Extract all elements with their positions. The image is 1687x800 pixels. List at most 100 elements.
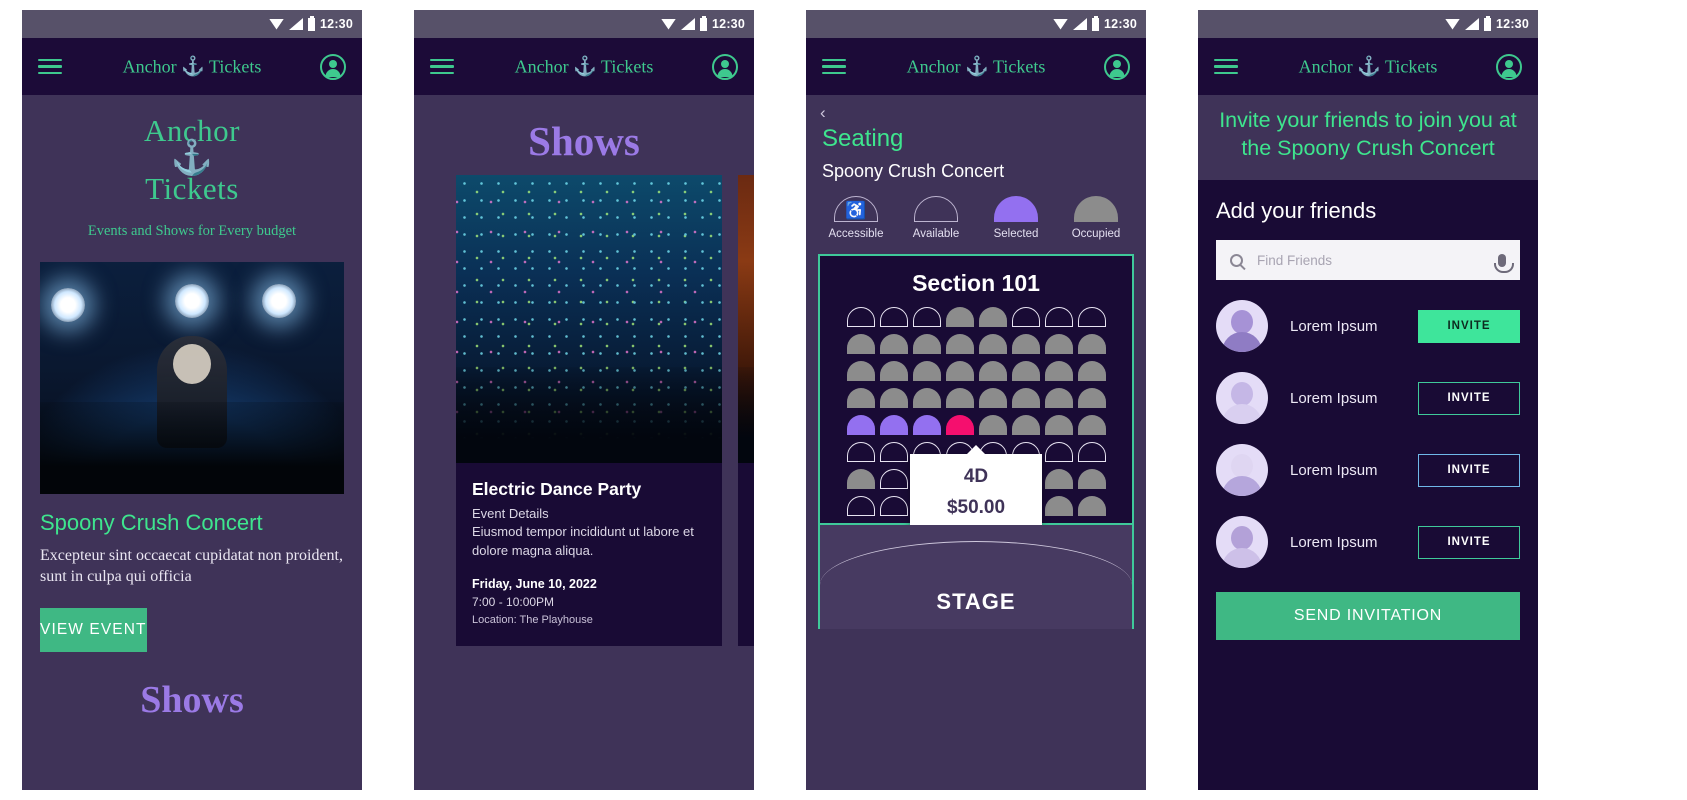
avatar-head	[1231, 454, 1253, 479]
seat-avail[interactable]	[879, 307, 908, 327]
avatar-head	[1231, 382, 1253, 407]
seat-occ[interactable]	[1011, 415, 1040, 435]
seat-avail[interactable]	[1077, 307, 1106, 327]
screen-invite-friends: 12:30 Anchor ⚓ Tickets Invite your frien…	[1198, 10, 1538, 790]
seat-occ[interactable]	[1077, 469, 1106, 489]
avatar	[1216, 444, 1268, 497]
seat-occ[interactable]	[1011, 334, 1040, 354]
invite-button[interactable]: INVITE	[1418, 381, 1520, 415]
hamburger-icon[interactable]	[822, 55, 846, 79]
seat-occ[interactable]	[1077, 361, 1106, 381]
app-brand-logo: Anchor ⚓ Tickets	[1299, 57, 1438, 76]
seat-occ[interactable]	[1044, 388, 1073, 408]
seat-avail[interactable]	[1044, 307, 1073, 327]
event-card[interactable]: E Ev Ei do Fr 7:0 Lo	[738, 175, 754, 646]
seat-occ[interactable]	[978, 388, 1007, 408]
view-event-button[interactable]: VIEW EVENT	[40, 607, 147, 652]
seat-occ[interactable]	[1044, 496, 1073, 516]
legend-label: Accessible	[828, 228, 884, 240]
event-card[interactable]: Electric Dance Party Event Details Eiusm…	[456, 175, 722, 646]
available-seat-icon	[914, 196, 958, 222]
seat-occ[interactable]	[1044, 361, 1073, 381]
legend-item-accessible: ♿ Accessible	[819, 196, 893, 240]
seat-occ[interactable]	[1077, 496, 1106, 516]
chevron-left-icon[interactable]: ‹	[806, 95, 1146, 123]
hamburger-icon[interactable]	[430, 55, 454, 79]
seat-occ[interactable]	[945, 334, 974, 354]
seat-occ[interactable]	[879, 388, 908, 408]
avatar-body	[1222, 548, 1262, 569]
avatar-body	[1222, 476, 1262, 497]
account-circle-icon[interactable]	[712, 53, 738, 80]
anchor-icon: ⚓	[181, 56, 205, 77]
hamburger-icon[interactable]	[1214, 55, 1238, 79]
seat-avail[interactable]	[1077, 442, 1106, 462]
seat-occ[interactable]	[978, 334, 1007, 354]
battery-icon	[1484, 15, 1492, 31]
seat-avail[interactable]	[1011, 307, 1040, 327]
seat-occ[interactable]	[1044, 415, 1073, 435]
seat-avail[interactable]	[879, 469, 908, 489]
invite-button[interactable]: INVITE	[1418, 525, 1520, 559]
seat-occ[interactable]	[1077, 388, 1106, 408]
account-circle-icon[interactable]	[1496, 53, 1522, 80]
seat-occ[interactable]	[912, 361, 941, 381]
seat-occ[interactable]	[879, 361, 908, 381]
search-input[interactable]: Find Friends	[1257, 253, 1484, 268]
seat-occ[interactable]	[846, 334, 875, 354]
seat-occ[interactable]	[846, 469, 875, 489]
seat-sel[interactable]	[846, 415, 875, 435]
brand-text-2: Tickets	[992, 56, 1046, 76]
seat-avail[interactable]	[879, 442, 908, 462]
seat-occ[interactable]	[945, 361, 974, 381]
seat-active[interactable]	[945, 415, 974, 435]
seat-sel[interactable]	[912, 415, 941, 435]
status-time: 12:30	[320, 17, 353, 31]
seat-occ[interactable]	[846, 361, 875, 381]
seat-occ[interactable]	[846, 388, 875, 408]
account-circle-icon[interactable]	[320, 53, 346, 80]
status-time: 12:30	[1104, 17, 1137, 31]
seat-occ[interactable]	[978, 361, 1007, 381]
shows-content: Shows Electric Dance Party Event Details…	[414, 95, 754, 790]
seat-occ[interactable]	[978, 415, 1007, 435]
seat-occ[interactable]	[945, 388, 974, 408]
microphone-icon[interactable]	[1494, 253, 1514, 273]
seat-occ[interactable]	[1011, 388, 1040, 408]
seat-occ[interactable]	[1077, 415, 1106, 435]
seat-avail[interactable]	[879, 496, 908, 516]
seat-avail[interactable]	[912, 307, 941, 327]
anchor-icon: ⚓	[965, 56, 989, 77]
send-invitation-button[interactable]: SEND INVITATION	[1216, 592, 1520, 641]
invite-button[interactable]: INVITE	[1418, 453, 1520, 487]
seat-occ[interactable]	[1044, 334, 1073, 354]
battery-icon	[308, 15, 316, 31]
seat-sel[interactable]	[879, 415, 908, 435]
signal-icon	[681, 18, 696, 30]
account-circle-icon[interactable]	[1104, 53, 1130, 80]
seat-avail[interactable]	[846, 496, 875, 516]
event-card-carousel[interactable]: Electric Dance Party Event Details Eiusm…	[414, 175, 754, 646]
seat-occ[interactable]	[879, 334, 908, 354]
brand-text-2: Tickets	[208, 56, 262, 76]
event-description: Excepteur sint occaecat cupidatat non pr…	[40, 546, 343, 586]
seat-occ[interactable]	[978, 307, 1007, 327]
event-card-subtitle: Event Details	[472, 506, 549, 521]
invite-button[interactable]: INVITE	[1418, 309, 1520, 343]
seating-content: ‹ Seating Spoony Crush Concert ♿ Accessi…	[806, 95, 1146, 790]
seat-occ[interactable]	[945, 307, 974, 327]
seat-occ[interactable]	[1044, 469, 1073, 489]
seat-avail[interactable]	[846, 307, 875, 327]
hamburger-icon[interactable]	[38, 55, 62, 79]
seat-avail[interactable]	[1044, 442, 1073, 462]
seat-occ[interactable]	[1077, 334, 1106, 354]
seat-avail[interactable]	[846, 442, 875, 462]
battery-icon	[700, 15, 708, 31]
legend-label: Selected	[993, 228, 1039, 240]
seat-occ[interactable]	[1011, 361, 1040, 381]
seat-map[interactable]: Section 101 4D $50.00	[818, 254, 1134, 533]
seat-occ[interactable]	[912, 388, 941, 408]
search-bar[interactable]: Find Friends	[1216, 240, 1520, 281]
seat-occ[interactable]	[912, 334, 941, 354]
page-title: Seating	[822, 125, 904, 152]
